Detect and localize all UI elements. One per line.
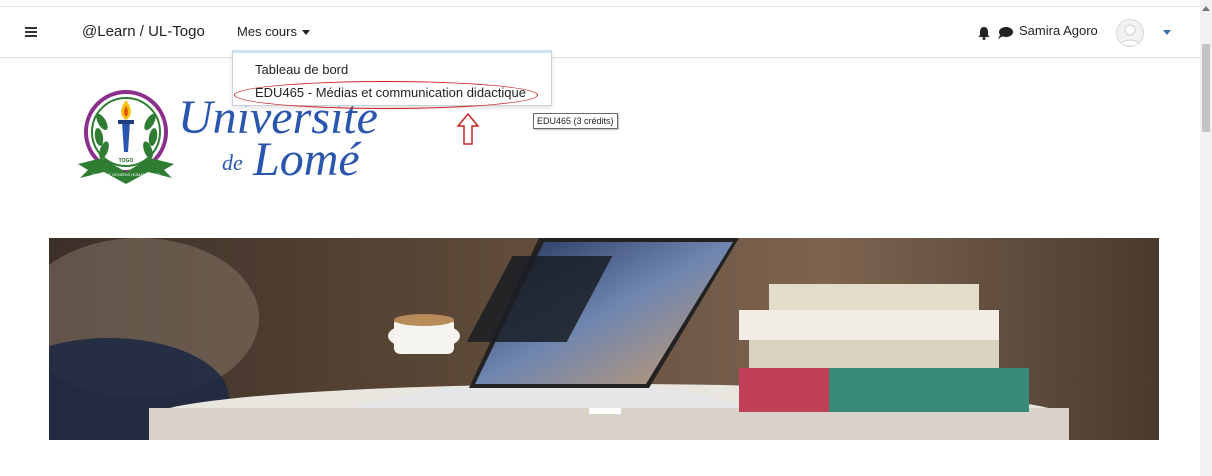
site-brand-link[interactable]: @Learn / UL-Togo — [82, 23, 205, 40]
course-tooltip: EDU465 (3 crédits) — [533, 113, 618, 129]
scrollbar-thumb[interactable] — [1202, 44, 1210, 132]
university-emblem-logo: TOGO FUTURAE GENERIS HUMANI FIDES — [72, 82, 180, 194]
dropdown-item-dashboard[interactable]: Tableau de bord — [255, 62, 348, 77]
avatar-icon — [1119, 24, 1141, 46]
page-scrollbar[interactable] — [1200, 0, 1212, 476]
logo-text-de: de — [222, 150, 243, 175]
top-navbar: @Learn / UL-Togo Mes cours Samira Agoro — [0, 6, 1200, 58]
emblem-motto-text: FUTURAE GENERIS HUMANI FIDES — [92, 172, 160, 177]
user-name[interactable]: Samira Agoro — [1019, 23, 1098, 38]
avatar[interactable] — [1116, 19, 1144, 47]
chevron-down-icon — [301, 30, 310, 36]
red-highlight-ellipse — [234, 81, 538, 109]
chat-bubble-icon[interactable] — [996, 25, 1014, 41]
bell-icon[interactable] — [976, 25, 992, 41]
up-arrow-icon — [456, 112, 480, 145]
hamburger-menu-icon[interactable] — [18, 19, 44, 45]
emblem-country-text: TOGO — [119, 158, 134, 164]
my-courses-menu[interactable]: Mes cours — [237, 24, 310, 39]
user-menu-chevron-icon[interactable] — [1163, 30, 1171, 35]
logo-text-lome: Lomé — [253, 133, 360, 186]
hero-banner-image — [49, 238, 1159, 440]
my-courses-label: Mes cours — [237, 24, 297, 39]
scroll-up-arrow-icon[interactable] — [1202, 6, 1210, 11]
